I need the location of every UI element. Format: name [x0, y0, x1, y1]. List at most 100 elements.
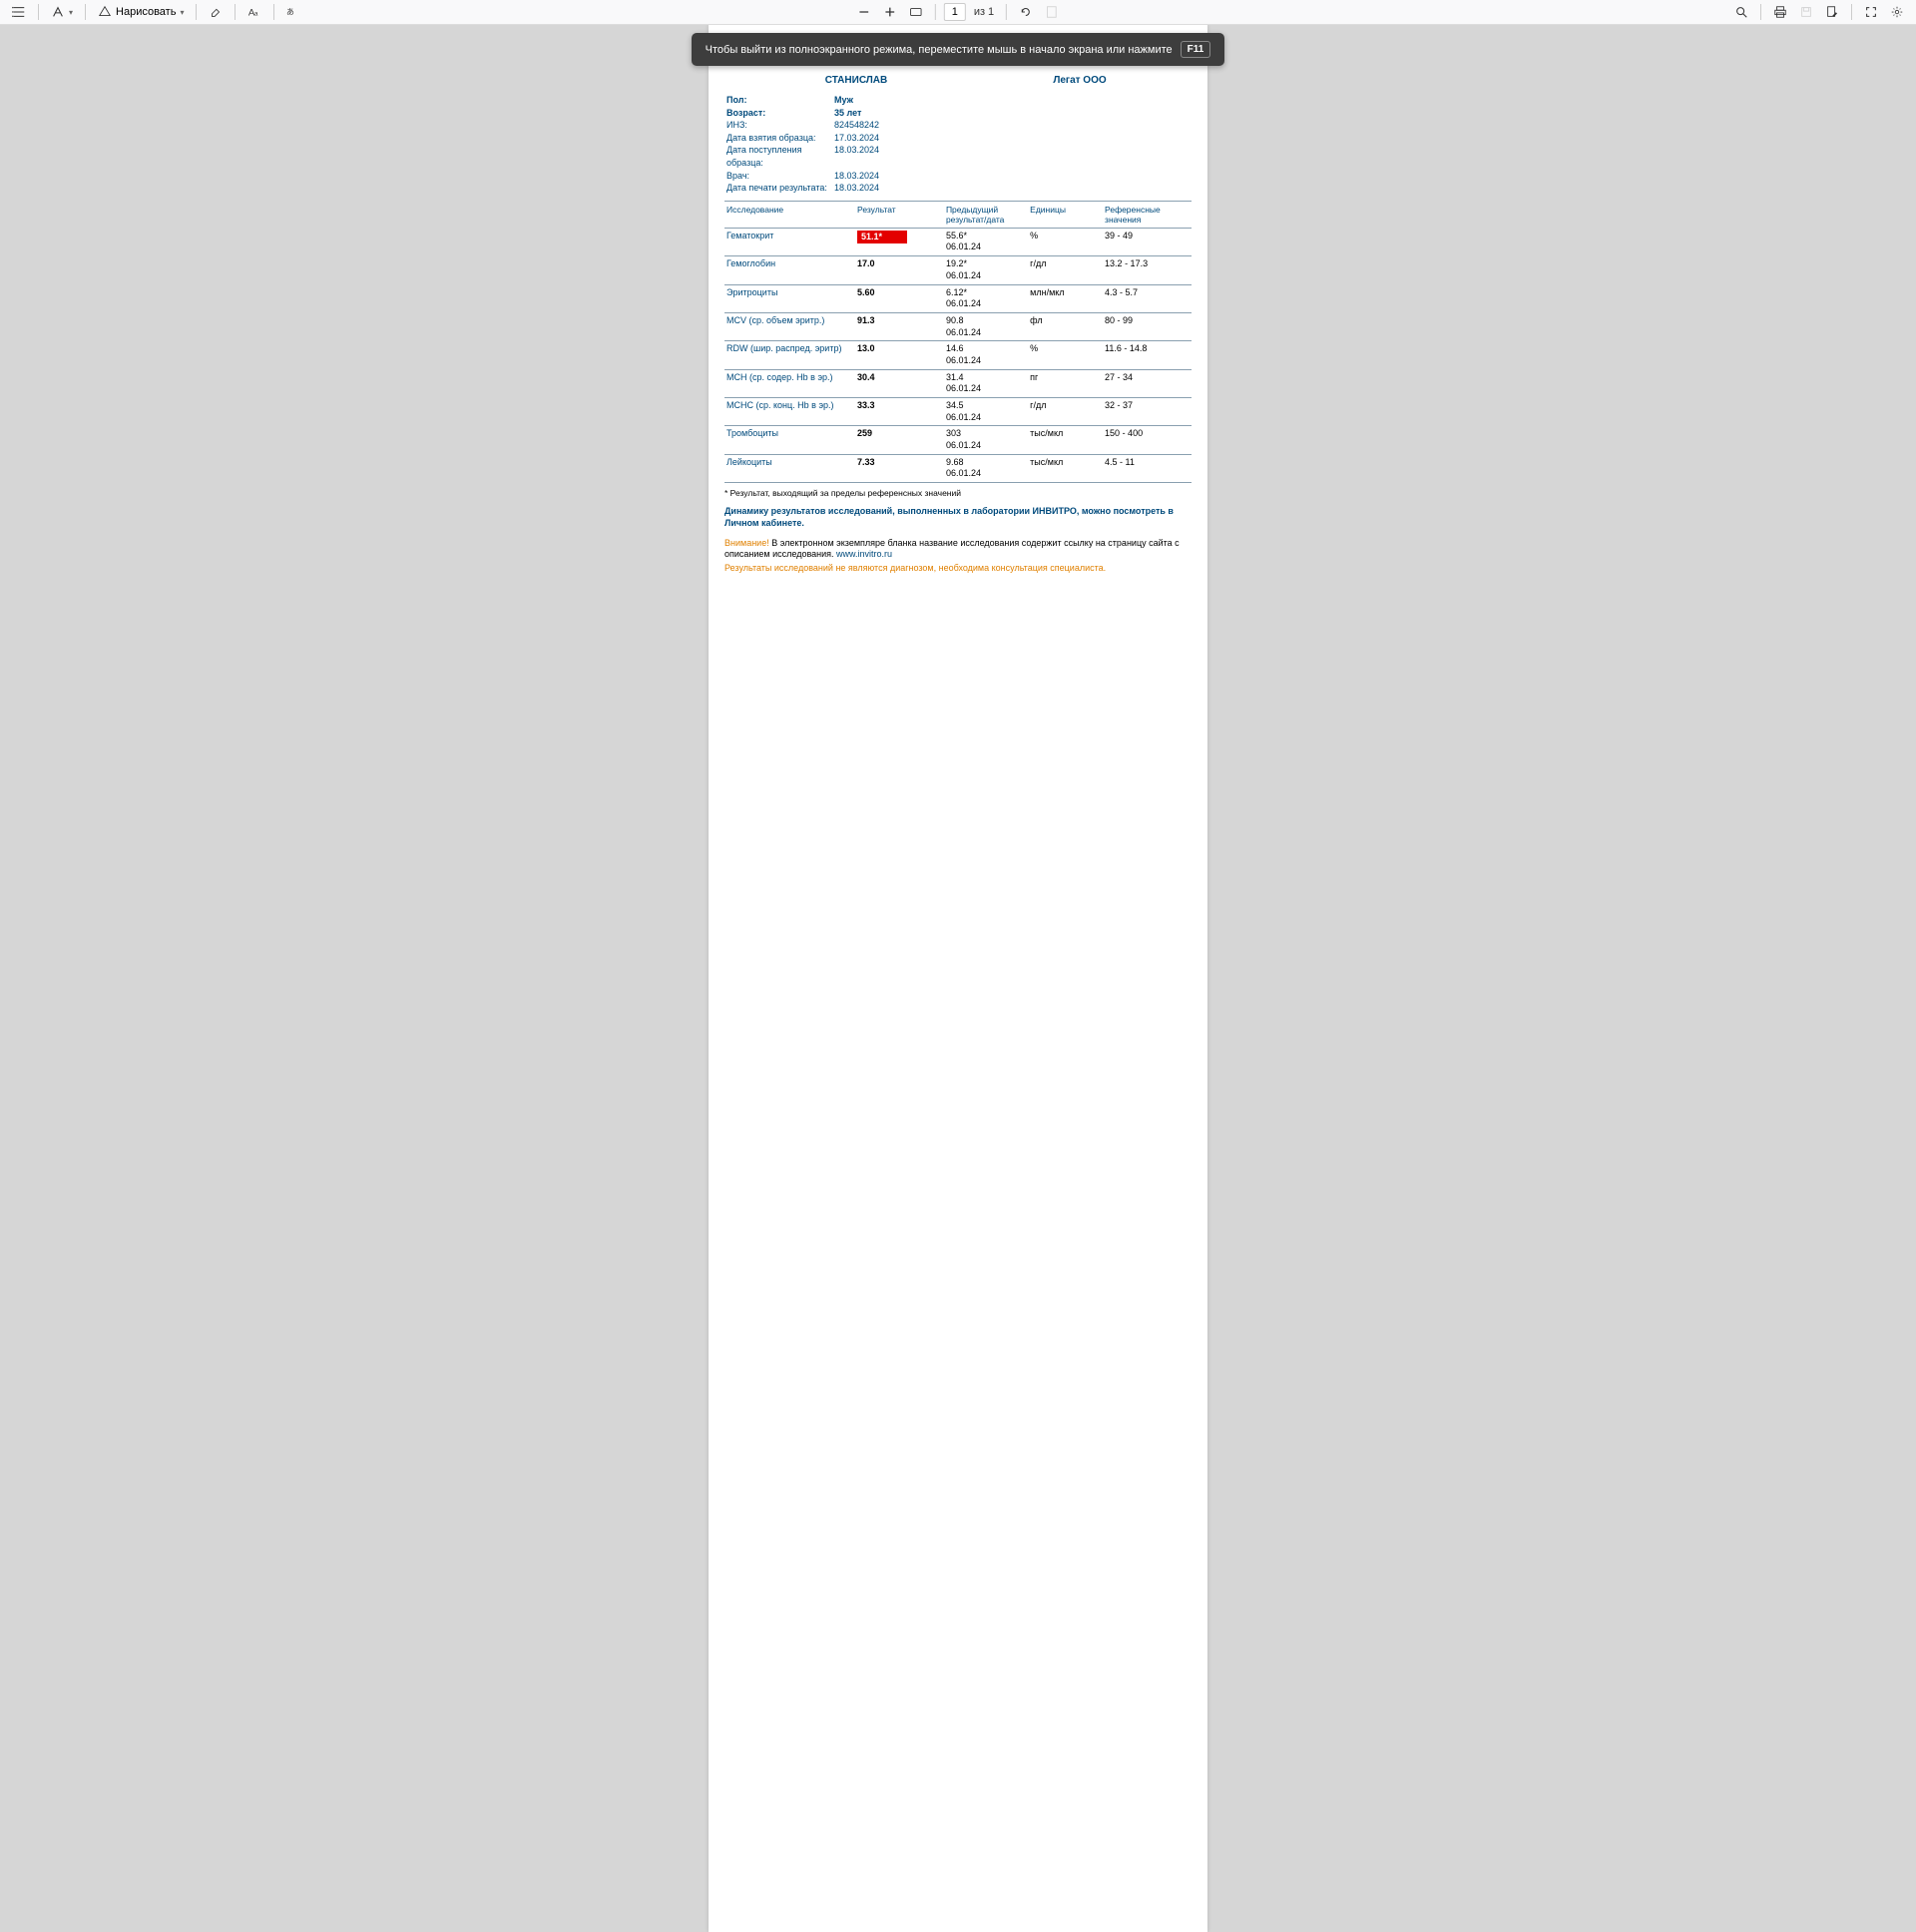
page-view-button[interactable] [1041, 1, 1063, 23]
meta-label: Возраст: [724, 107, 834, 120]
test-name-cell[interactable]: Гематокрит [724, 228, 855, 255]
reference-cell: 32 - 37 [1103, 398, 1192, 426]
reference-cell: 27 - 34 [1103, 369, 1192, 397]
col-header-prev: Предыдущий результат/дата [944, 201, 1028, 228]
reference-cell: 4.3 - 5.7 [1103, 284, 1192, 312]
document-viewer: Чтобы выйти из полноэкранного режима, пе… [0, 25, 1916, 1932]
meta-value: Муж [834, 94, 853, 107]
page-number-input[interactable] [944, 3, 966, 21]
units-cell: фл [1028, 312, 1103, 340]
col-header-test: Исследование [724, 201, 855, 228]
meta-value: 17.03.2024 [834, 132, 879, 145]
test-name-cell[interactable]: Тромбоциты [724, 426, 855, 454]
svg-text:あ: あ [286, 8, 294, 17]
col-header-ref: Референсные значения [1103, 201, 1192, 228]
meta-row: ИНЗ:824548242 [724, 119, 1192, 132]
sidebar-toggle-button[interactable] [8, 1, 30, 23]
prev-result-cell: 6.12*06.01.24 [944, 284, 1028, 312]
table-row: Гемоглобин17.019.2*06.01.24г/дл13.2 - 17… [724, 256, 1192, 284]
save-button[interactable] [1795, 1, 1817, 23]
eraser-button[interactable] [205, 1, 227, 23]
translate-button[interactable]: あ [282, 1, 304, 23]
meta-label: Дата печати результата: [724, 182, 834, 195]
prev-result-cell: 30306.01.24 [944, 426, 1028, 454]
reference-cell: 4.5 - 11 [1103, 454, 1192, 482]
units-cell: млн/мкл [1028, 284, 1103, 312]
result-cell: 51.1* [855, 228, 944, 255]
table-row: Эритроциты5.606.12*06.01.24млн/мкл4.3 - … [724, 284, 1192, 312]
meta-label: Дата взятия образца: [724, 132, 834, 145]
meta-label: Дата поступления образца: [724, 144, 834, 169]
draw-dropdown[interactable]: Нарисовать ▾ [94, 5, 188, 19]
chevron-down-icon: ▾ [180, 8, 184, 17]
meta-label: ИНЗ: [724, 119, 834, 132]
table-row: RDW (шир. распред. эритр)13.014.606.01.2… [724, 341, 1192, 369]
rotate-button[interactable] [1015, 1, 1037, 23]
meta-row: Пол:Муж [724, 94, 1192, 107]
attention-link[interactable]: www.invitro.ru [836, 549, 892, 559]
col-header-units: Единицы [1028, 201, 1103, 228]
units-cell: % [1028, 228, 1103, 255]
prev-result-cell: 55.6*06.01.24 [944, 228, 1028, 255]
meta-row: Дата поступления образца:18.03.2024 [724, 144, 1192, 169]
page-total-label: из 1 [970, 6, 998, 18]
test-name-cell[interactable]: Гемоглобин [724, 256, 855, 284]
banner-key: F11 [1181, 41, 1211, 58]
prev-result-cell: 19.2*06.01.24 [944, 256, 1028, 284]
zoom-in-button[interactable] [879, 1, 901, 23]
test-name-cell[interactable]: RDW (шир. распред. эритр) [724, 341, 855, 369]
meta-row: Дата взятия образца:17.03.2024 [724, 132, 1192, 145]
meta-value: 18.03.2024 [834, 170, 879, 183]
settings-button[interactable] [1886, 1, 1908, 23]
table-row: Лейкоциты7.339.6806.01.24тыс/мкл4.5 - 11 [724, 454, 1192, 482]
document-page: СТАНИСЛАВ Легат ООО Пол:МужВозраст:35 ле… [709, 25, 1207, 1932]
patient-name: СТАНИСЛАВ [724, 75, 968, 86]
draw-label: Нарисовать [116, 6, 176, 18]
units-cell: тыс/мкл [1028, 426, 1103, 454]
attention-note: Внимание! В электронном экземпляре бланк… [724, 538, 1192, 561]
fullscreen-exit-banner: Чтобы выйти из полноэкранного режима, пе… [692, 33, 1225, 66]
units-cell: пг [1028, 369, 1103, 397]
result-cell: 13.0 [855, 341, 944, 369]
search-button[interactable] [1730, 1, 1752, 23]
zoom-out-button[interactable] [853, 1, 875, 23]
footnote: * Результат, выходящий за пределы рефере… [724, 488, 1192, 498]
test-name-cell[interactable]: MCV (ср. объем эритр.) [724, 312, 855, 340]
result-cell: 33.3 [855, 398, 944, 426]
result-cell: 259 [855, 426, 944, 454]
table-row: MCV (ср. объем эритр.)91.390.806.01.24фл… [724, 312, 1192, 340]
text-button[interactable]: Aa [243, 1, 265, 23]
reference-cell: 11.6 - 14.8 [1103, 341, 1192, 369]
meta-value: 18.03.2024 [834, 182, 879, 195]
prev-result-cell: 14.606.01.24 [944, 341, 1028, 369]
fullscreen-button[interactable] [1860, 1, 1882, 23]
patient-meta: Пол:МужВозраст:35 летИНЗ:824548242Дата в… [724, 94, 1192, 195]
prev-result-cell: 31.406.01.24 [944, 369, 1028, 397]
highlight-dropdown[interactable]: ▾ [47, 5, 77, 19]
test-name-cell[interactable]: Эритроциты [724, 284, 855, 312]
dynamics-note: Динамику результатов исследований, выпол… [724, 506, 1192, 529]
result-cell: 17.0 [855, 256, 944, 284]
result-cell: 30.4 [855, 369, 944, 397]
print-button[interactable] [1769, 1, 1791, 23]
col-header-result: Результат [855, 201, 944, 228]
fit-button[interactable] [905, 1, 927, 23]
prev-result-cell: 90.806.01.24 [944, 312, 1028, 340]
reference-cell: 80 - 99 [1103, 312, 1192, 340]
test-name-cell[interactable]: MCH (ср. содер. Hb в эр.) [724, 369, 855, 397]
chevron-down-icon: ▾ [69, 8, 73, 17]
test-name-cell[interactable]: Лейкоциты [724, 454, 855, 482]
prev-result-cell: 9.6806.01.24 [944, 454, 1028, 482]
annotate-button[interactable] [1821, 1, 1843, 23]
banner-text: Чтобы выйти из полноэкранного режима, пе… [706, 44, 1173, 56]
meta-value: 18.03.2024 [834, 144, 879, 169]
table-row: Тромбоциты25930306.01.24тыс/мкл150 - 400 [724, 426, 1192, 454]
meta-label: Пол: [724, 94, 834, 107]
meta-label: Врач: [724, 170, 834, 183]
meta-row: Дата печати результата:18.03.2024 [724, 182, 1192, 195]
attention-label: Внимание! [724, 538, 769, 548]
result-cell: 5.60 [855, 284, 944, 312]
reference-cell: 39 - 49 [1103, 228, 1192, 255]
results-table: Исследование Результат Предыдущий резуль… [724, 201, 1192, 483]
test-name-cell[interactable]: МСНС (ср. конц. Hb в эр.) [724, 398, 855, 426]
